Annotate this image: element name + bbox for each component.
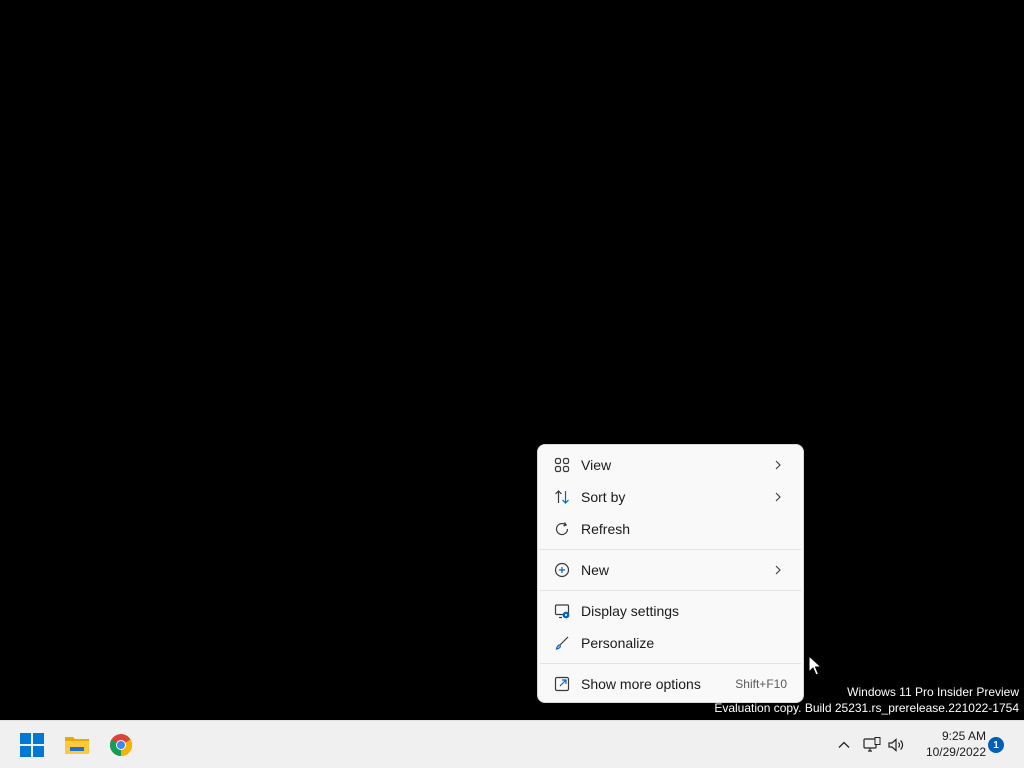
show-hidden-icons-button[interactable] — [833, 733, 855, 757]
volume-button[interactable] — [885, 733, 907, 757]
grid-icon — [552, 455, 572, 475]
taskbar-chrome[interactable] — [101, 725, 141, 765]
taskbar-file-explorer[interactable] — [57, 725, 97, 765]
watermark-line-2: Evaluation copy. Build 25231.rs_prerelea… — [714, 701, 1019, 715]
clock-time: 9:25 AM — [941, 729, 986, 743]
clock[interactable]: 9:25 AM 10/29/2022 — [914, 728, 986, 760]
menu-item-refresh-label: Refresh — [581, 521, 631, 537]
watermark-line-1: Windows 11 Pro Insider Preview — [847, 685, 1019, 699]
menu-item-personalize[interactable]: Personalize — [542, 627, 799, 659]
brush-icon — [552, 633, 572, 653]
menu-item-show-more-options-label: Show more options — [581, 676, 701, 692]
menu-item-personalize-label: Personalize — [581, 635, 655, 651]
menu-item-new[interactable]: New — [542, 554, 799, 586]
file-explorer-icon — [65, 737, 89, 754]
chevron-right-icon — [771, 490, 785, 504]
chevron-right-icon — [771, 458, 785, 472]
notification-badge[interactable]: 1 — [988, 737, 1004, 753]
desktop-background[interactable] — [0, 0, 1024, 720]
menu-item-view-label: View — [581, 457, 612, 473]
network-icon — [863, 737, 881, 752]
menu-item-sort-by-label: Sort by — [581, 489, 626, 505]
menu-separator — [540, 590, 801, 591]
windows-start-icon — [20, 733, 44, 757]
network-button[interactable] — [861, 733, 883, 757]
chevron-right-icon — [771, 563, 785, 577]
menu-item-view[interactable]: View — [542, 449, 799, 481]
sort-icon — [552, 487, 572, 507]
clock-date: 10/29/2022 — [925, 745, 986, 759]
chrome-icon — [110, 734, 132, 756]
build-watermark: Windows 11 Pro Insider Preview Evaluatio… — [714, 684, 1019, 716]
taskbar: 9:25 AM 10/29/2022 1 — [0, 720, 1024, 768]
menu-item-new-label: New — [581, 562, 610, 578]
menu-item-sort-by[interactable]: Sort by — [542, 481, 799, 513]
menu-item-display-settings-label: Display settings — [581, 603, 680, 619]
show-more-icon — [552, 674, 572, 694]
menu-separator — [540, 663, 801, 664]
chevron-up-icon — [838, 741, 850, 748]
plus-circle-icon — [552, 560, 572, 580]
volume-icon — [888, 738, 904, 752]
mouse-cursor-icon — [808, 655, 822, 676]
menu-separator — [540, 549, 801, 550]
start-button[interactable] — [12, 725, 52, 765]
display-settings-icon — [552, 601, 572, 621]
desktop-context-menu: View Sort by Refresh New Display setting… — [537, 444, 804, 703]
menu-item-display-settings[interactable]: Display settings — [542, 595, 799, 627]
menu-item-refresh[interactable]: Refresh — [542, 513, 799, 545]
refresh-icon — [552, 519, 572, 539]
